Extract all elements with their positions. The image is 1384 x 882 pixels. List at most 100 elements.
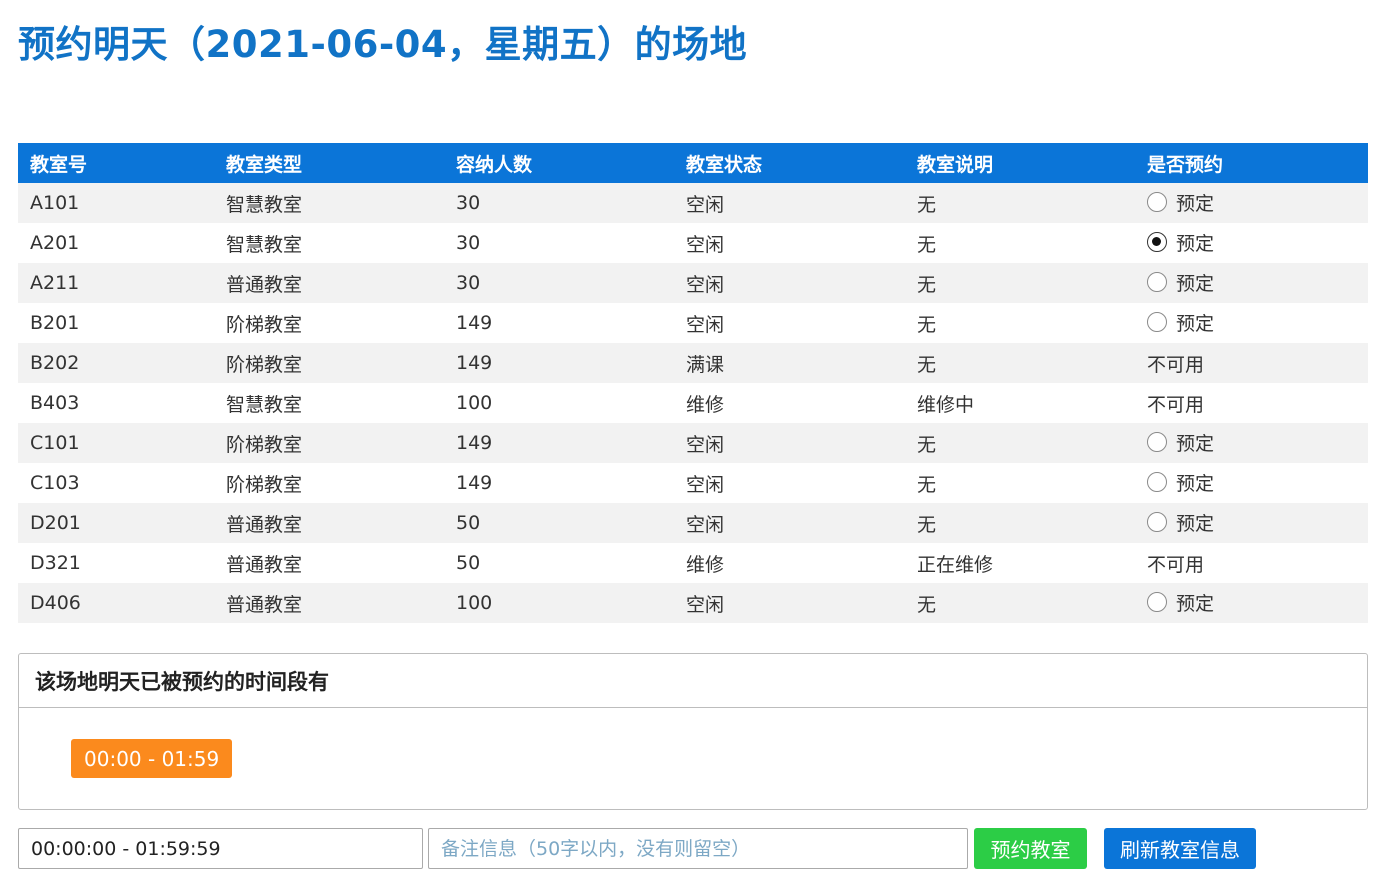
radio-unchecked-icon[interactable] (1147, 192, 1167, 213)
table-row: B202 阶梯教室 149 满课无不可用 (18, 343, 1368, 383)
booked-slot-badge: 00:00 - 01:59 (71, 739, 233, 778)
time-range-input[interactable] (18, 828, 423, 869)
table-row: D406 普通教室 100 空闲无 预定 (18, 583, 1368, 623)
cell-status: 空闲 (674, 583, 905, 623)
cell-description: 无 (905, 223, 1135, 263)
cell-booking: 预定 (1135, 263, 1368, 303)
cell-room-type: 智慧教室 (214, 383, 444, 423)
cell-room-type: 普通教室 (214, 263, 444, 303)
booked-slots-title: 该场地明天已被预约的时间段有 (19, 654, 1367, 708)
radio-unchecked-icon[interactable] (1147, 432, 1167, 453)
radio-unchecked-icon[interactable] (1147, 512, 1167, 533)
table-row: A101 智慧教室 30 空闲无 预定 (18, 183, 1368, 223)
cell-room-type: 阶梯教室 (214, 343, 444, 383)
cell-booking: 预定 (1135, 503, 1368, 543)
cell-description: 无 (905, 303, 1135, 343)
table-row: C101 阶梯教室 149 空闲无 预定 (18, 423, 1368, 463)
cell-room-number: C103 (18, 463, 214, 503)
book-radio-label: 预定 (1176, 232, 1215, 255)
book-radio-option[interactable]: 预定 (1147, 309, 1214, 336)
cell-room-type: 普通教室 (214, 503, 444, 543)
table-row: D201 普通教室 50 空闲无 预定 (18, 503, 1368, 543)
cell-room-type: 阶梯教室 (214, 303, 444, 343)
room-table: 教室号 教室类型 容纳人数 教室状态 教室说明 是否预约 A101 智慧教室 30 空… (18, 143, 1368, 623)
header-room-type: 教室类型 (214, 143, 444, 183)
cell-status: 空闲 (674, 463, 905, 503)
radio-unchecked-icon[interactable] (1147, 312, 1167, 333)
cell-room-number: C101 (18, 423, 214, 463)
booked-slots-panel: 该场地明天已被预约的时间段有 00:00 - 01:59 (18, 653, 1368, 810)
unavailable-label: 不可用 (1147, 553, 1205, 576)
cell-capacity: 149 (444, 463, 674, 503)
header-status: 教室状态 (674, 143, 905, 183)
cell-room-number: B201 (18, 303, 214, 343)
cell-capacity: 30 (444, 223, 674, 263)
table-row: B403 智慧教室 100 维修 维修中 不可用 (18, 383, 1368, 423)
table-row: C103 阶梯教室 149 空闲无 预定 (18, 463, 1368, 503)
cell-capacity: 30 (444, 183, 674, 223)
table-body: A101 智慧教室 30 空闲无预定 A201 智慧教室 30 空闲无预定 A211 普通教室 30… (18, 183, 1368, 623)
header-description: 教室说明 (905, 143, 1135, 183)
cell-room-number: D406 (18, 583, 214, 623)
book-radio-label: 预定 (1176, 312, 1215, 335)
cell-description: 无 (905, 463, 1135, 503)
cell-description: 正在维修 (905, 543, 1135, 583)
cell-capacity: 100 (444, 383, 674, 423)
cell-description: 无 (905, 423, 1135, 463)
cell-booking: 预定 (1135, 183, 1368, 223)
book-radio-option[interactable]: 预定 (1147, 469, 1214, 496)
book-radio-option[interactable]: 预定 (1147, 589, 1214, 616)
unavailable-label: 不可用 (1147, 393, 1205, 416)
header-capacity: 容纳人数 (444, 143, 674, 183)
cell-description: 无 (905, 263, 1135, 303)
cell-booking: 预定 (1135, 303, 1368, 343)
cell-room-number: D201 (18, 503, 214, 543)
cell-booking: 不可用 (1135, 343, 1368, 383)
cell-room-type: 阶梯教室 (214, 423, 444, 463)
book-radio-option[interactable]: 预定 (1147, 189, 1214, 216)
cell-room-type: 阶梯教室 (214, 463, 444, 503)
radio-unchecked-icon[interactable] (1147, 592, 1167, 613)
cell-capacity: 50 (444, 503, 674, 543)
book-radio-label: 预定 (1176, 432, 1215, 455)
cell-room-number: A201 (18, 223, 214, 263)
cell-description: 维修中 (905, 383, 1135, 423)
cell-capacity: 149 (444, 343, 674, 383)
cell-status: 空闲 (674, 423, 905, 463)
book-room-button[interactable]: 预约教室 (974, 828, 1087, 869)
cell-capacity: 100 (444, 583, 674, 623)
radio-unchecked-icon[interactable] (1147, 272, 1167, 293)
book-radio-label: 预定 (1176, 192, 1215, 215)
cell-booking: 不可用 (1135, 383, 1368, 423)
cell-description: 无 (905, 343, 1135, 383)
cell-room-number: A211 (18, 263, 214, 303)
radio-checked-icon[interactable] (1147, 232, 1167, 253)
book-radio-option[interactable]: 预定 (1147, 269, 1214, 296)
book-radio-label: 预定 (1176, 472, 1215, 495)
book-radio-label: 预定 (1176, 272, 1215, 295)
cell-status: 空闲 (674, 303, 905, 343)
cell-booking: 不可用 (1135, 543, 1368, 583)
cell-room-number: D321 (18, 543, 214, 583)
radio-unchecked-icon[interactable] (1147, 472, 1167, 493)
cell-description: 无 (905, 503, 1135, 543)
book-radio-label: 预定 (1176, 592, 1215, 615)
unavailable-label: 不可用 (1147, 353, 1205, 376)
refresh-rooms-button[interactable]: 刷新教室信息 (1104, 828, 1256, 869)
cell-status: 空闲 (674, 223, 905, 263)
header-room-number: 教室号 (18, 143, 214, 183)
cell-status: 维修 (674, 383, 905, 423)
note-input[interactable] (428, 828, 968, 869)
cell-room-number: A101 (18, 183, 214, 223)
book-radio-option[interactable]: 预定 (1147, 229, 1214, 256)
cell-status: 空闲 (674, 503, 905, 543)
cell-status: 空闲 (674, 183, 905, 223)
cell-capacity: 149 (444, 303, 674, 343)
page-title: 预约明天（2021-06-04，星期五）的场地 (18, 23, 748, 66)
cell-status: 空闲 (674, 263, 905, 303)
cell-capacity: 149 (444, 423, 674, 463)
book-radio-option[interactable]: 预定 (1147, 509, 1214, 536)
book-radio-label: 预定 (1176, 512, 1215, 535)
book-radio-option[interactable]: 预定 (1147, 429, 1214, 456)
cell-status: 满课 (674, 343, 905, 383)
